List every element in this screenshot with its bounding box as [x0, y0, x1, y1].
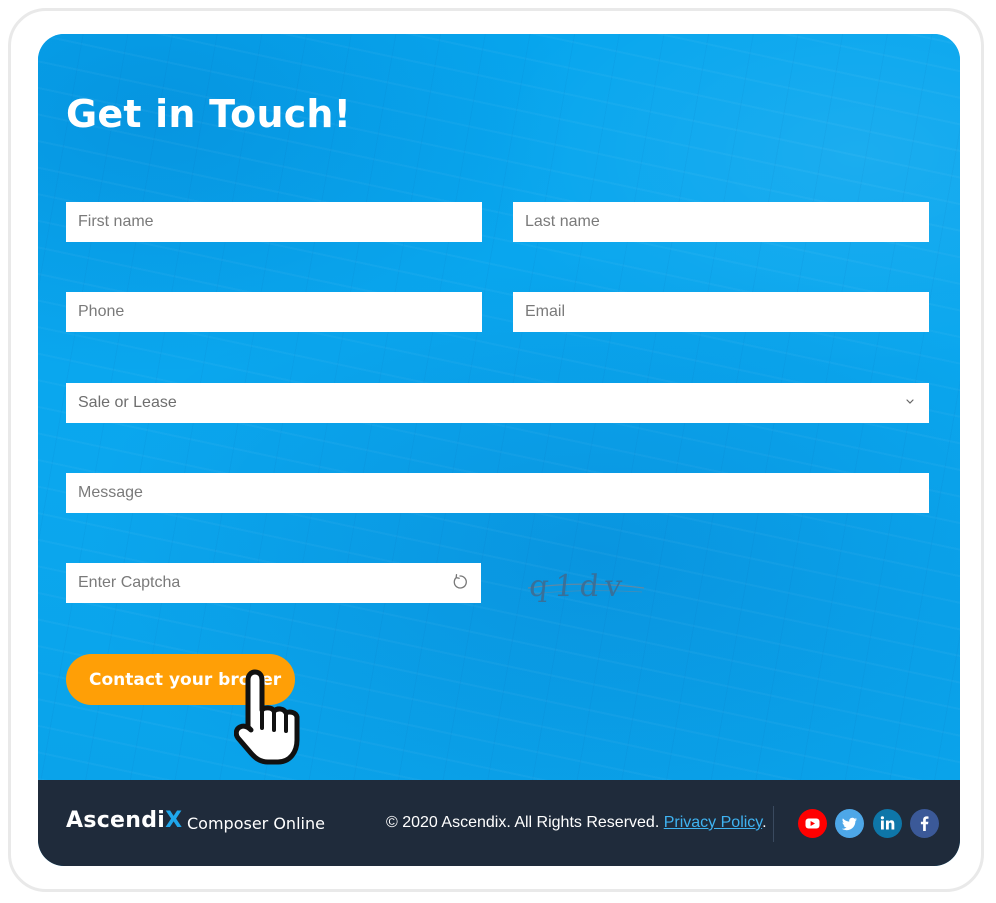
chevron-down-icon	[906, 399, 914, 404]
captcha-field[interactable]	[66, 563, 481, 603]
first-name-field[interactable]	[66, 202, 482, 242]
captcha-text: q1dv	[528, 569, 630, 602]
captcha-input[interactable]	[66, 563, 481, 603]
copyright-text: © 2020 Ascendix. All Rights Reserved. Pr…	[386, 814, 767, 832]
logo-accent: X	[165, 808, 183, 833]
page-title: Get in Touch!	[66, 92, 352, 136]
phone-input[interactable]	[66, 292, 482, 332]
first-name-input[interactable]	[66, 202, 482, 242]
phone-field[interactable]	[66, 292, 482, 332]
hero-background: Get in Touch! Sale or Lease	[38, 34, 960, 780]
email-field[interactable]	[513, 292, 929, 332]
privacy-suffix: .	[762, 814, 767, 831]
contact-card: Get in Touch! Sale or Lease	[38, 34, 960, 866]
privacy-policy-link[interactable]: Privacy Policy	[664, 814, 762, 831]
last-name-input[interactable]	[513, 202, 929, 242]
copyright-label: © 2020 Ascendix. All Rights Reserved.	[386, 814, 660, 831]
logo-text: Ascendi	[66, 808, 166, 833]
sale-or-lease-value: Sale or Lease	[78, 394, 177, 411]
message-input[interactable]	[66, 473, 929, 513]
product-name: Composer Online	[187, 814, 325, 833]
twitter-icon[interactable]	[835, 809, 864, 838]
message-field[interactable]	[66, 473, 929, 513]
footer: AscendiX Composer Online © 2020 Ascendix…	[38, 780, 960, 866]
footer-divider	[773, 806, 774, 842]
ascendix-logo[interactable]: AscendiX	[66, 808, 182, 833]
facebook-icon[interactable]	[910, 809, 939, 838]
youtube-icon[interactable]	[798, 809, 827, 838]
email-input[interactable]	[513, 292, 929, 332]
last-name-field[interactable]	[513, 202, 929, 242]
refresh-icon[interactable]	[451, 573, 469, 591]
sale-or-lease-select[interactable]: Sale or Lease	[66, 383, 929, 423]
captcha-image: q1dv	[528, 569, 645, 602]
linkedin-icon[interactable]	[873, 809, 902, 838]
hand-pointer-icon	[234, 669, 300, 765]
